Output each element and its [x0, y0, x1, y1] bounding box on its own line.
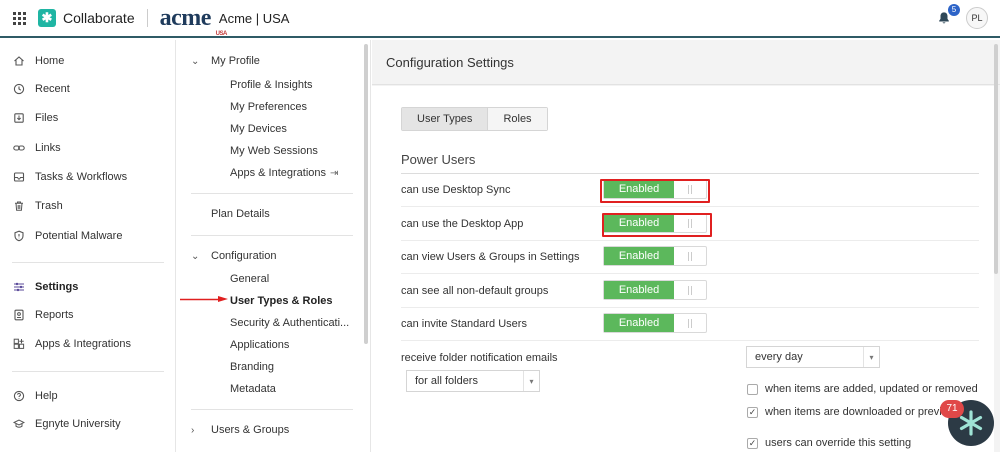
app-name: Collaborate	[63, 10, 135, 26]
folder-notifications-label: receive folder notification emails	[401, 352, 558, 364]
settings-panel: User Types Roles Power Users can use Des…	[372, 86, 994, 452]
nav-item-help[interactable]: Help	[12, 386, 58, 406]
chevron-down-icon: ⌄	[191, 250, 200, 262]
settings-item-my-devices[interactable]: My Devices	[230, 120, 287, 138]
nav-item-reports[interactable]: Reports	[12, 305, 74, 325]
external-link-icon: ⇥	[330, 167, 339, 179]
help-icon	[12, 389, 26, 403]
nav-item-trash[interactable]: Trash	[12, 196, 63, 216]
brand-divider	[146, 9, 148, 27]
notifications-button[interactable]: 5	[934, 4, 960, 28]
nav-divider	[12, 371, 164, 372]
settings-nav: ⌄ My Profile Profile & Insights My Prefe…	[177, 40, 371, 452]
nav-item-potential-malware[interactable]: Potential Malware	[12, 226, 122, 246]
settings-nav-scrollbar[interactable]	[364, 44, 368, 344]
left-nav: Home Recent Files Links Tasks & Workflow…	[0, 40, 176, 452]
main-header: Configuration Settings	[372, 40, 1000, 85]
setting-row-view-users-groups: can view Users & Groups in Settings Enab…	[401, 241, 979, 274]
acme-logo: acme USA	[159, 5, 228, 37]
chevron-right-icon: ›	[191, 424, 195, 436]
checkbox-items-added[interactable]: when items are added, updated or removed	[747, 381, 978, 397]
tab-roles[interactable]: Roles	[487, 108, 547, 130]
settings-nav-divider	[191, 235, 353, 236]
non-default-groups-toggle[interactable]: Enabled	[603, 280, 707, 300]
folder-scope-select[interactable]: for all folders ▾	[406, 370, 540, 392]
checkbox-unchecked-icon	[747, 383, 758, 395]
settings-item-my-web-sessions[interactable]: My Web Sessions	[230, 142, 318, 160]
notification-frequency-select[interactable]: every day ▾	[746, 346, 880, 368]
settings-nav-divider	[191, 193, 353, 194]
settings-item-general[interactable]: General	[230, 270, 269, 288]
settings-nav-divider	[191, 409, 353, 410]
trash-icon	[12, 199, 26, 213]
files-icon	[12, 111, 26, 125]
setting-row-invite-standard-users: can invite Standard Users Enabled	[401, 308, 979, 341]
collaborate-logo-icon: ✱	[38, 9, 56, 27]
toggle-handle-icon	[674, 314, 706, 332]
nav-item-egnyte-university[interactable]: Egnyte University	[12, 414, 121, 434]
highlight-box	[602, 213, 712, 237]
shield-icon	[12, 229, 26, 243]
nav-item-home[interactable]: Home	[12, 51, 64, 71]
toggle-handle-icon	[674, 281, 706, 299]
caret-down-icon: ▾	[523, 371, 539, 391]
highlight-box	[600, 179, 710, 203]
annotation-arrow-icon	[180, 296, 228, 302]
apps-icon	[12, 337, 26, 351]
checkbox-users-override[interactable]: ✓ users can override this setting	[747, 435, 911, 451]
nav-item-files[interactable]: Files	[12, 108, 58, 128]
nav-item-links[interactable]: Links	[12, 138, 61, 158]
settings-item-apps-integrations[interactable]: Apps & Integrations ⇥	[230, 164, 338, 182]
section-my-profile[interactable]: ⌄ My Profile	[191, 52, 260, 70]
sliders-icon	[12, 280, 26, 294]
help-widget-badge: 71	[940, 400, 964, 418]
user-type-tabs: User Types Roles	[401, 107, 548, 131]
nav-item-settings[interactable]: Settings	[12, 277, 78, 297]
notification-count-badge: 5	[948, 4, 960, 16]
nav-item-apps-integrations[interactable]: Apps & Integrations	[12, 334, 131, 354]
main-scrollbar[interactable]	[994, 44, 998, 274]
settings-item-metadata[interactable]: Metadata	[230, 380, 276, 398]
settings-item-my-preferences[interactable]: My Preferences	[230, 98, 307, 116]
section-users-groups[interactable]: › Users & Groups	[191, 421, 289, 439]
settings-item-security-authentication[interactable]: Security & Authenticati...	[230, 314, 349, 332]
settings-item-applications[interactable]: Applications	[230, 336, 289, 354]
checkbox-checked-icon: ✓	[747, 437, 758, 449]
invite-standard-users-toggle[interactable]: Enabled	[603, 313, 707, 333]
checkbox-checked-icon: ✓	[747, 406, 758, 418]
settings-item-profile-insights[interactable]: Profile & Insights	[230, 76, 313, 94]
nav-divider	[12, 262, 164, 263]
section-title-power-users: Power Users	[401, 152, 476, 167]
tenant-name: Acme | USA	[218, 10, 290, 26]
settings-item-branding[interactable]: Branding	[230, 358, 274, 376]
checkbox-items-downloaded[interactable]: ✓ when items are downloaded or previ	[747, 404, 942, 420]
toggle-handle-icon	[674, 247, 706, 265]
settings-item-plan-details[interactable]: Plan Details	[211, 205, 270, 223]
section-configuration[interactable]: ⌄ Configuration	[191, 247, 276, 265]
page-title: Configuration Settings	[386, 55, 514, 70]
nav-item-tasks-workflows[interactable]: Tasks & Workflows	[12, 167, 127, 187]
home-icon	[12, 54, 26, 68]
user-avatar[interactable]: PL	[966, 7, 988, 29]
nav-item-recent[interactable]: Recent	[12, 79, 70, 99]
clock-icon	[12, 82, 26, 96]
setting-row-non-default-groups: can see all non-default groups Enabled	[401, 275, 979, 308]
settings-item-user-types-roles[interactable]: User Types & Roles	[230, 292, 333, 310]
graduation-icon	[12, 417, 26, 431]
top-bar: ✱ Collaborate acme USA Acme | USA 5 PL	[0, 0, 1000, 38]
link-icon	[12, 141, 26, 155]
view-users-groups-toggle[interactable]: Enabled	[603, 246, 707, 266]
reports-icon	[12, 308, 26, 322]
tasks-icon	[12, 170, 26, 184]
chevron-down-icon: ⌄	[191, 55, 200, 67]
app-grid-icon[interactable]	[0, 0, 38, 36]
caret-down-icon: ▾	[863, 347, 879, 367]
main-content: Configuration Settings User Types Roles …	[372, 40, 1000, 452]
tab-user-types[interactable]: User Types	[402, 108, 488, 130]
